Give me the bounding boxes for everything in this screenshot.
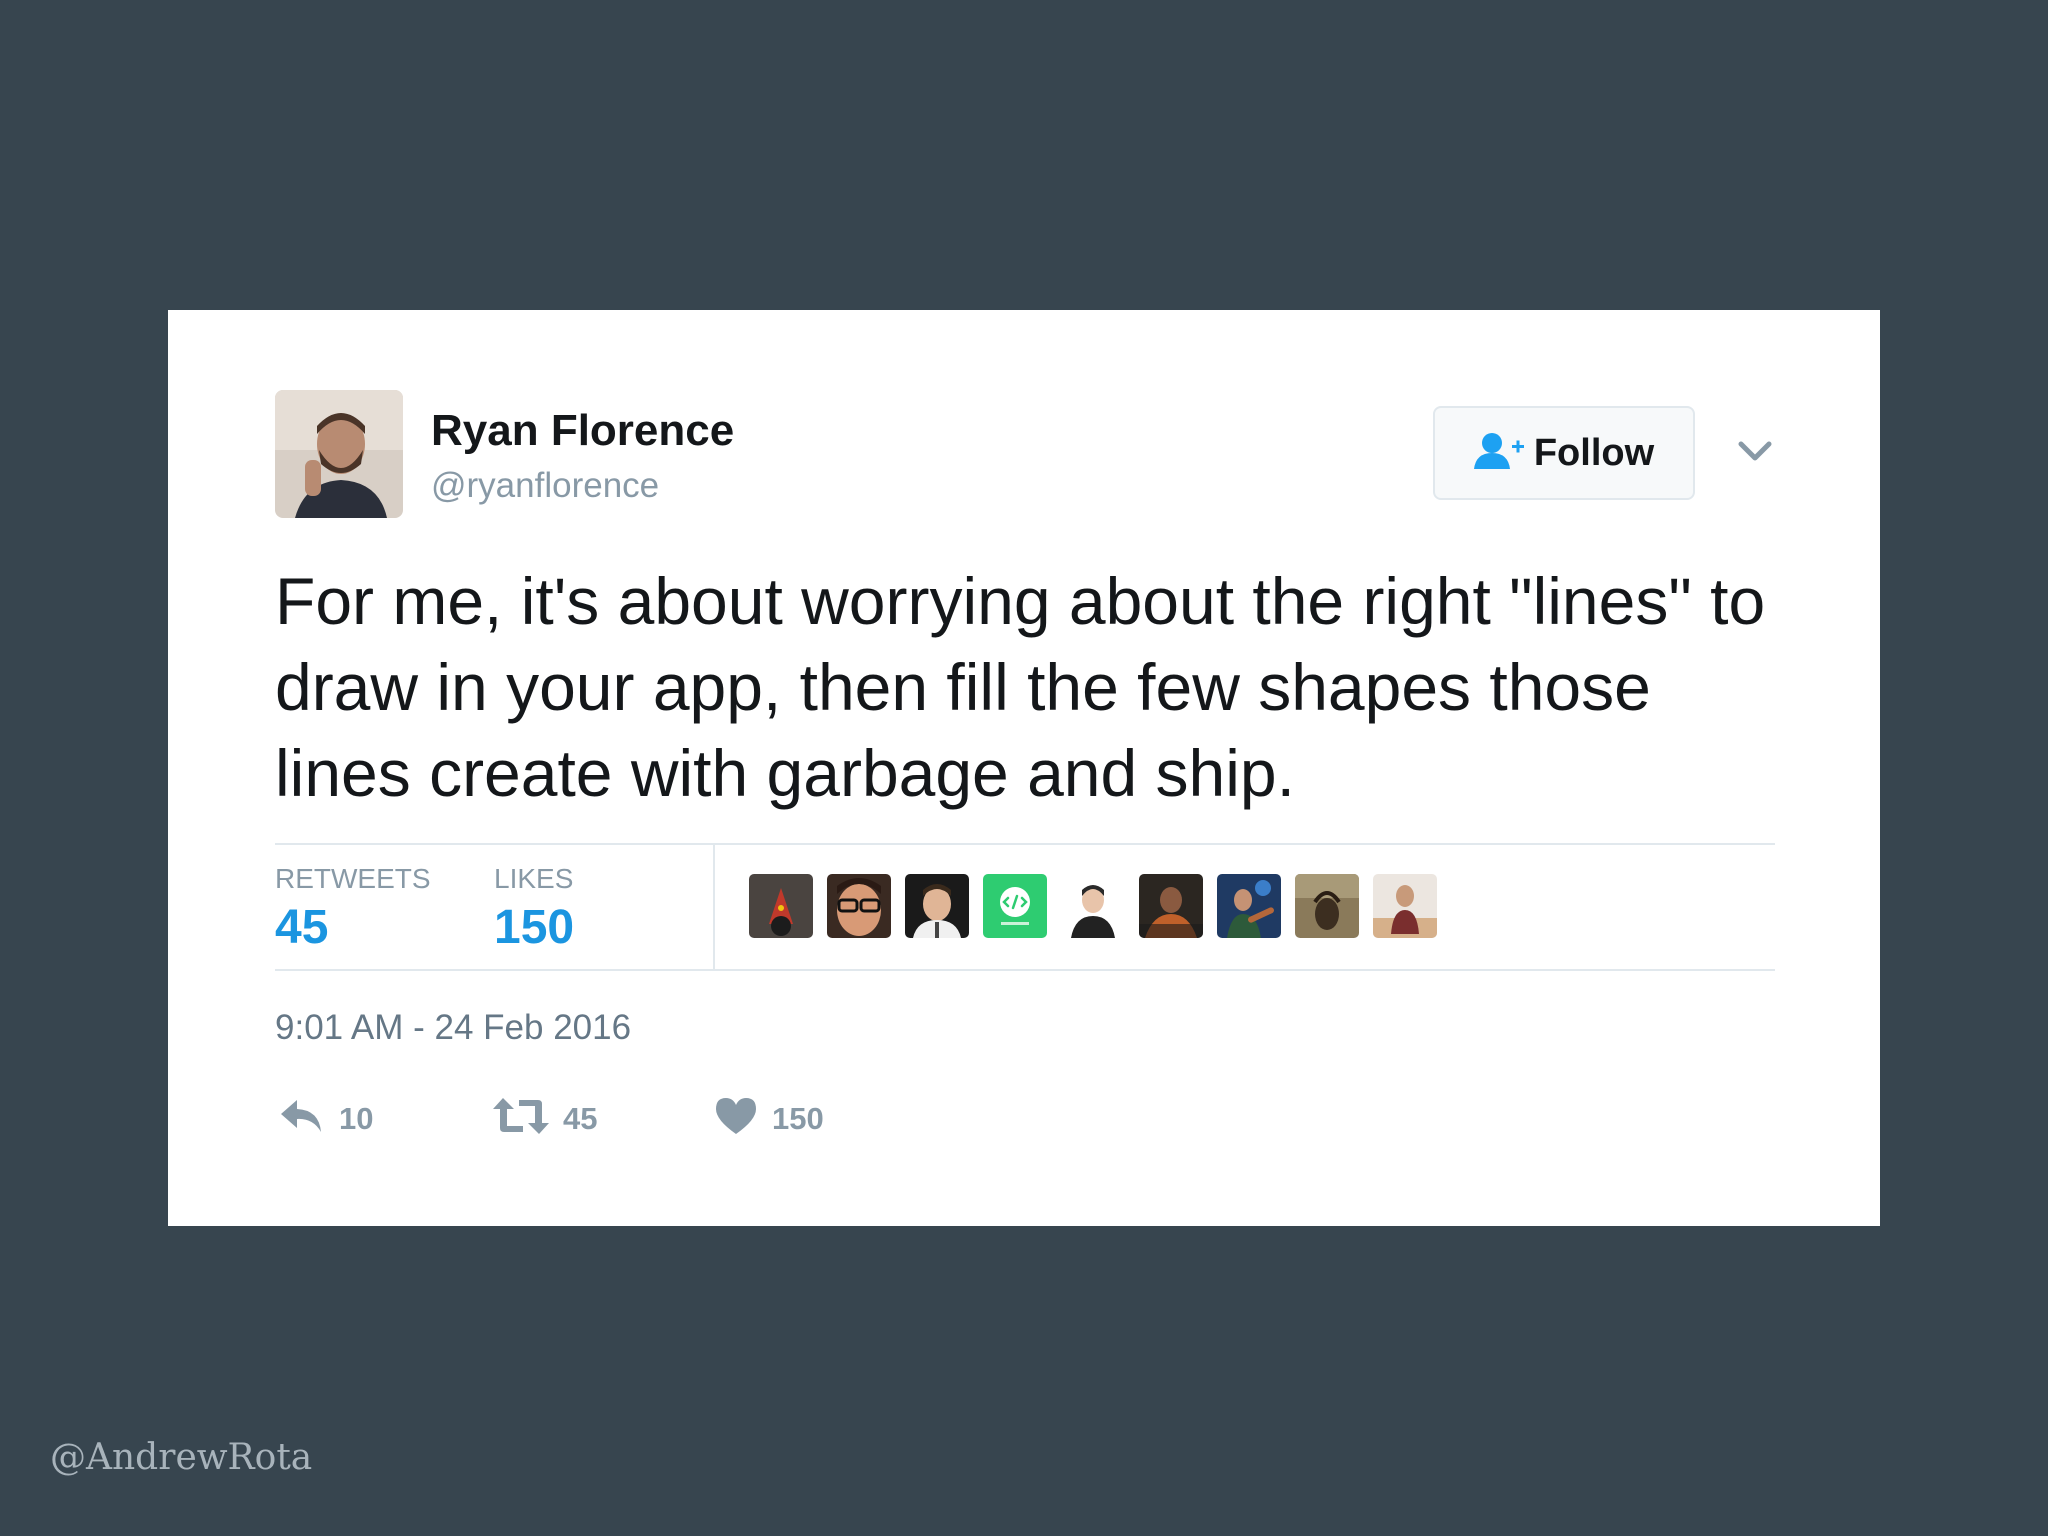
liker-avatar[interactable] — [1061, 874, 1125, 938]
stats-divider-vertical — [713, 844, 715, 970]
author-handle[interactable]: @ryanflorence — [431, 466, 659, 506]
author-name[interactable]: Ryan Florence — [431, 406, 734, 456]
follow-person-icon — [1473, 431, 1524, 476]
likes-count[interactable]: 150 — [494, 900, 574, 955]
tweet-card: Ryan Florence @ryanflorence Follow For m… — [168, 310, 1880, 1226]
chevron-down-icon[interactable] — [1735, 436, 1775, 466]
retweets-label: RETWEETS — [275, 863, 431, 894]
follow-button[interactable]: Follow — [1433, 406, 1695, 500]
reply-count: 10 — [339, 1100, 374, 1136]
retweet-count: 45 — [563, 1100, 598, 1136]
heart-icon — [714, 1096, 758, 1141]
retweet-action[interactable]: 45 — [493, 1096, 597, 1141]
stats-divider-bottom — [275, 969, 1775, 971]
liker-avatar[interactable] — [1217, 874, 1281, 938]
liker-avatar[interactable] — [1373, 874, 1437, 938]
like-action[interactable]: 150 — [714, 1096, 824, 1141]
reply-icon — [279, 1096, 325, 1141]
liker-avatar[interactable] — [749, 874, 813, 938]
presenter-watermark: @AndrewRota — [50, 1437, 313, 1478]
tweet-timestamp[interactable]: 9:01 AM - 24 Feb 2016 — [275, 1008, 631, 1048]
tweet-text: For me, it's about worrying about the ri… — [275, 564, 1766, 810]
liker-avatar[interactable] — [827, 874, 891, 938]
likes-label: LIKES — [494, 863, 574, 894]
follow-button-label: Follow — [1533, 431, 1655, 474]
liker-avatar[interactable] — [1295, 874, 1359, 938]
liker-avatar[interactable] — [983, 874, 1047, 938]
liker-avatar[interactable] — [1139, 874, 1203, 938]
author-avatar[interactable] — [275, 390, 403, 518]
liker-avatar[interactable] — [905, 874, 969, 938]
reply-action[interactable]: 10 — [279, 1096, 373, 1141]
retweet-icon — [493, 1096, 549, 1141]
retweets-count[interactable]: 45 — [275, 900, 328, 955]
stats-divider-top — [275, 843, 1775, 845]
like-count: 150 — [772, 1100, 824, 1136]
